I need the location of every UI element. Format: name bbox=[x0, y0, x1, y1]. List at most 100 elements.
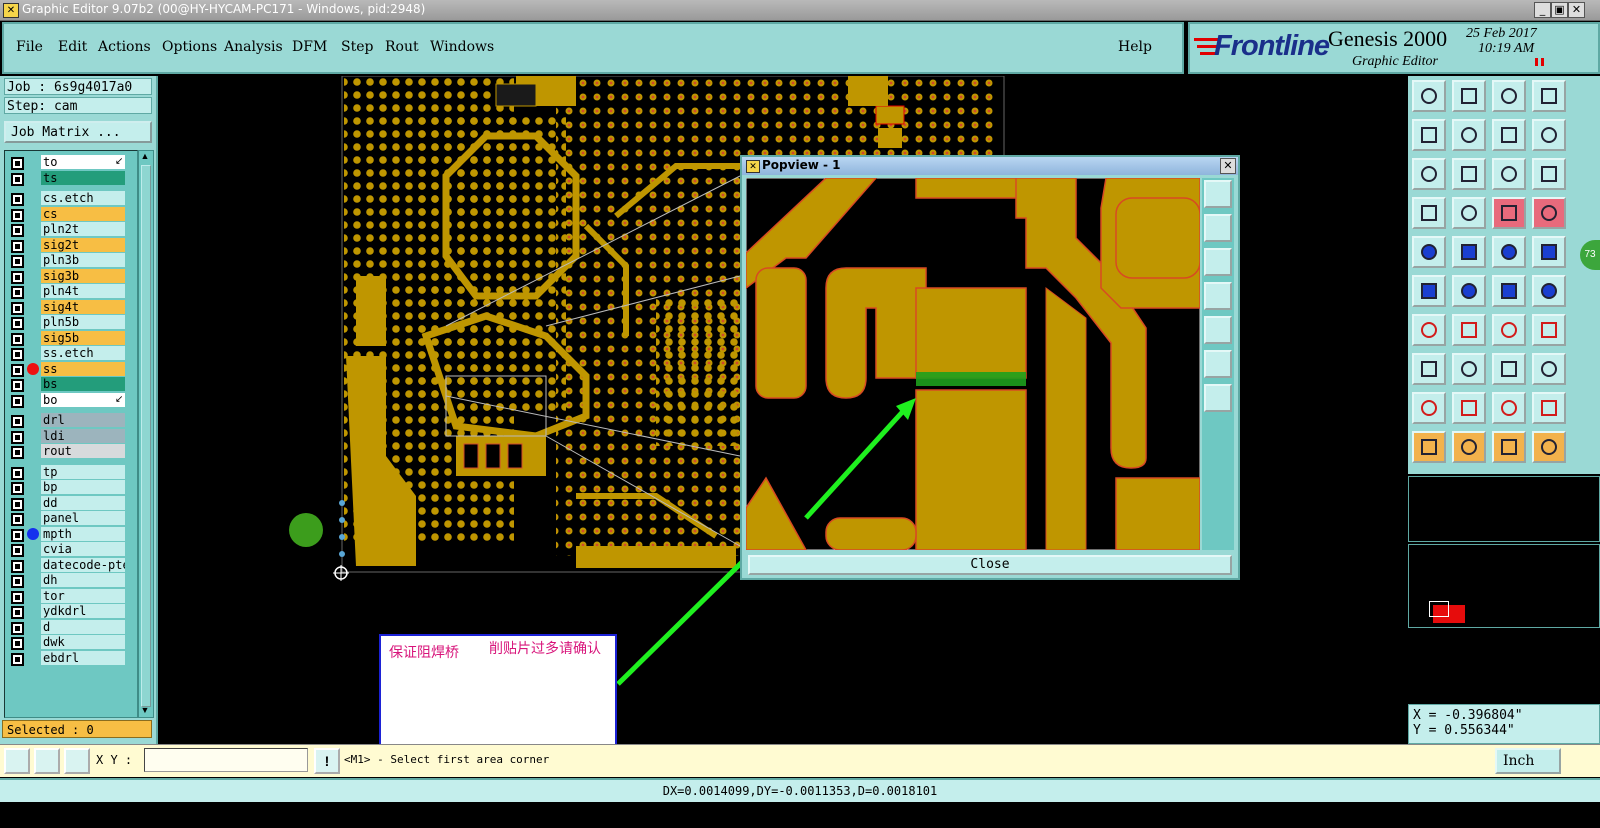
layer-row[interactable]: ts bbox=[5, 170, 135, 186]
popview-zoom-in-icon[interactable] bbox=[1204, 350, 1232, 378]
move-icon[interactable] bbox=[1492, 275, 1526, 307]
layer-checkbox[interactable] bbox=[11, 637, 24, 650]
popview-canvas[interactable] bbox=[746, 178, 1200, 550]
layer-row[interactable]: dh bbox=[5, 573, 135, 588]
layer-toggle-a-icon[interactable] bbox=[1492, 197, 1526, 229]
popview-window[interactable]: ✕ Popview - 1 ✕ Close bbox=[740, 155, 1240, 580]
units-select[interactable]: Inch bbox=[1495, 748, 1561, 774]
menu-edit[interactable]: Edit bbox=[58, 39, 87, 55]
popview-zoom-out-icon[interactable] bbox=[1204, 384, 1232, 412]
pointer-box-icon[interactable] bbox=[1452, 431, 1486, 463]
layer-name[interactable]: dd bbox=[41, 495, 125, 510]
scroll-down-icon[interactable]: ▼ bbox=[140, 705, 150, 715]
pad-select-icon[interactable] bbox=[1412, 353, 1446, 385]
layer-row[interactable]: mpth bbox=[5, 526, 135, 542]
layer-row[interactable]: ydkdrl bbox=[5, 604, 135, 619]
layer-name[interactable]: to bbox=[41, 155, 125, 169]
connect-icon[interactable] bbox=[1412, 275, 1446, 307]
copy-icon[interactable] bbox=[1532, 275, 1566, 307]
dimension-icon[interactable] bbox=[1492, 353, 1526, 385]
menu-windows[interactable]: Windows bbox=[430, 39, 494, 55]
layer-checkbox[interactable] bbox=[11, 606, 24, 619]
triangle-a-icon[interactable] bbox=[1412, 392, 1446, 424]
menu-help[interactable]: Help bbox=[1118, 39, 1152, 55]
layer-row[interactable]: pln5b bbox=[5, 315, 135, 330]
popview-pan-left-icon[interactable] bbox=[1204, 282, 1232, 310]
group-icon[interactable] bbox=[1532, 353, 1566, 385]
menu-dfm[interactable]: DFM bbox=[292, 39, 327, 55]
layer-row[interactable]: sig4t bbox=[5, 299, 135, 315]
ruler-icon[interactable] bbox=[1492, 236, 1526, 268]
layer-checkbox[interactable] bbox=[11, 394, 24, 408]
layer-name[interactable]: bo bbox=[41, 392, 125, 407]
triangle-b-icon[interactable] bbox=[1452, 392, 1486, 424]
popview-close-icon[interactable]: ✕ bbox=[1220, 158, 1236, 174]
scale-1-2-icon[interactable] bbox=[1492, 158, 1526, 190]
layer-checkbox[interactable] bbox=[11, 270, 24, 284]
layer-checkbox[interactable] bbox=[11, 559, 24, 573]
popview-pan-right-icon[interactable] bbox=[1204, 316, 1232, 344]
layer-name[interactable]: cvia bbox=[41, 542, 125, 556]
layer-row[interactable]: cs.etch bbox=[5, 191, 135, 206]
layer-checkbox[interactable] bbox=[11, 301, 24, 315]
arc-icon[interactable] bbox=[1492, 314, 1526, 346]
layer-name[interactable]: sig2t bbox=[41, 237, 125, 252]
layer-name[interactable]: pln5b bbox=[41, 315, 125, 329]
maximize-button[interactable]: ▣ bbox=[1551, 2, 1568, 18]
grid-toggle-icon[interactable] bbox=[1452, 197, 1486, 229]
job-matrix-button[interactable]: Job Matrix ... bbox=[4, 121, 152, 143]
fit-all-icon[interactable] bbox=[1412, 158, 1446, 190]
split-view-icon[interactable] bbox=[1532, 80, 1566, 112]
layer-name[interactable]: drl bbox=[41, 413, 125, 427]
layer-checkbox[interactable] bbox=[11, 224, 24, 237]
layer-row[interactable]: drl bbox=[5, 413, 135, 428]
pointer-net-icon[interactable] bbox=[1532, 431, 1566, 463]
layer-list-scrollbar[interactable]: ▲ ▼ bbox=[138, 150, 154, 718]
layer-checkbox[interactable] bbox=[11, 379, 24, 392]
pointer-arc-icon[interactable] bbox=[1492, 431, 1526, 463]
triangle-c-icon[interactable] bbox=[1492, 392, 1526, 424]
pan-right-icon[interactable] bbox=[1452, 119, 1486, 151]
layer-checkbox[interactable] bbox=[11, 208, 24, 222]
layer-name[interactable]: ydkdrl bbox=[41, 604, 125, 618]
layer-name[interactable]: cs.etch bbox=[41, 191, 125, 205]
measure-icon[interactable] bbox=[34, 748, 60, 774]
cross-icon[interactable] bbox=[1452, 275, 1486, 307]
snap-mode-icon[interactable] bbox=[4, 748, 30, 774]
layer-row[interactable]: dwk bbox=[5, 635, 135, 650]
layer-row[interactable]: bo ↙ bbox=[5, 392, 135, 408]
layer-name[interactable]: sig3b bbox=[41, 268, 125, 283]
badge-icon[interactable] bbox=[1532, 236, 1566, 268]
layer-name[interactable]: pln3b bbox=[41, 253, 125, 267]
close-window-button[interactable]: ✕ bbox=[1568, 2, 1585, 18]
layer-row[interactable]: sig2t bbox=[5, 237, 135, 253]
layer-row[interactable]: pln2t bbox=[5, 222, 135, 237]
popview-pan-down-icon[interactable] bbox=[1204, 248, 1232, 276]
window-title-bar[interactable]: ✕ Graphic Editor 9.07b2 (00@HY-HYCAM-PC1… bbox=[0, 0, 1600, 21]
layer-row[interactable]: dd bbox=[5, 495, 135, 511]
layer-name[interactable]: ss.etch bbox=[41, 346, 125, 360]
layer-row[interactable]: pln4t bbox=[5, 284, 135, 299]
layer-row[interactable]: cvia bbox=[5, 542, 135, 557]
menu-file[interactable]: File bbox=[16, 39, 43, 55]
scroll-up-icon[interactable]: ▲ bbox=[140, 151, 150, 161]
layer-row[interactable]: bs bbox=[5, 377, 135, 392]
menu-rout[interactable]: Rout bbox=[385, 39, 419, 55]
popview-zoom-fit-icon[interactable] bbox=[1204, 180, 1232, 208]
app-icon[interactable]: ✕ bbox=[3, 3, 19, 18]
layer-name[interactable]: ebdrl bbox=[41, 650, 125, 665]
minimize-button[interactable]: _ bbox=[1534, 2, 1551, 18]
layer-row[interactable]: cs bbox=[5, 206, 135, 222]
layer-name[interactable]: rout bbox=[41, 444, 125, 458]
layer-checkbox[interactable] bbox=[11, 544, 24, 557]
layer-checkbox[interactable] bbox=[11, 466, 24, 480]
layer-checkbox[interactable] bbox=[11, 528, 24, 542]
layer-row[interactable]: ebdrl bbox=[5, 650, 135, 666]
zoom-home-icon[interactable] bbox=[1412, 80, 1446, 112]
layer-checkbox[interactable] bbox=[11, 621, 24, 635]
layer-checkbox[interactable] bbox=[11, 157, 24, 170]
menu-analysis[interactable]: Analysis bbox=[224, 39, 283, 55]
layer-row[interactable]: datecode-pte bbox=[5, 557, 135, 573]
layer-checkbox[interactable] bbox=[11, 317, 24, 330]
alert-icon[interactable]: ! bbox=[314, 748, 340, 774]
